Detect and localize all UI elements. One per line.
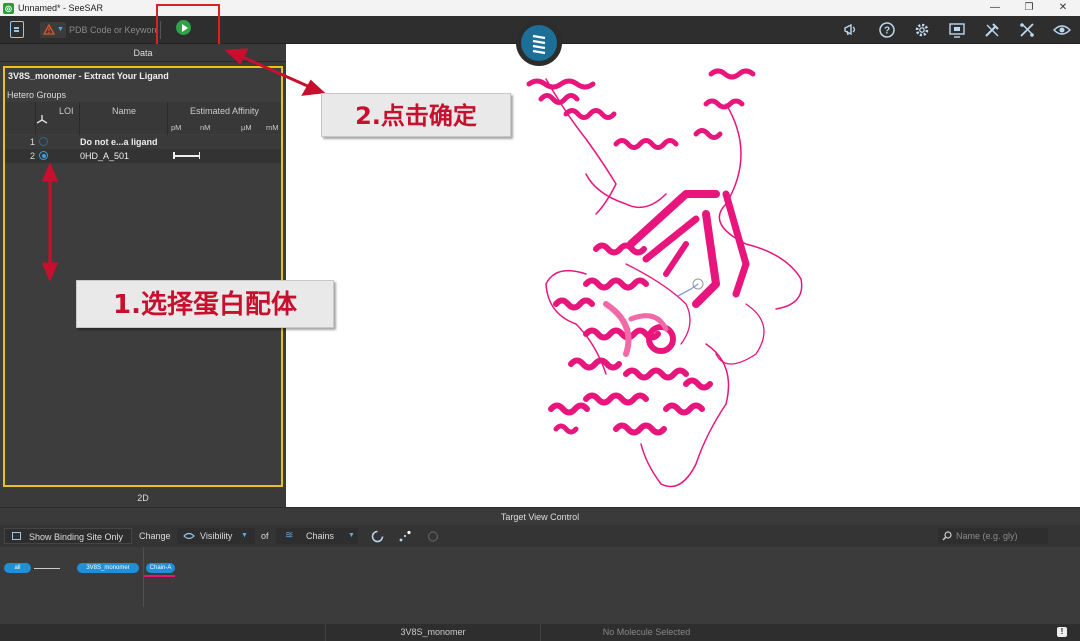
step2-callout: 2.点击确定 bbox=[321, 93, 511, 137]
chain-tree: all 3V8S_monomer Chain-A bbox=[0, 547, 1080, 624]
search-placeholder: Name (e.g. gly) bbox=[956, 531, 1018, 541]
search-icon bbox=[942, 531, 952, 541]
column-divider bbox=[143, 547, 144, 607]
of-label: of bbox=[261, 531, 269, 541]
visibility-dropdown[interactable]: Visibility ▼ bbox=[177, 528, 255, 544]
pill-chain-a[interactable]: Chain-A bbox=[146, 563, 175, 573]
disabled-view-icon bbox=[427, 531, 439, 542]
tree-connector bbox=[34, 568, 60, 569]
eye-icon bbox=[183, 532, 195, 540]
change-label: Change bbox=[139, 531, 171, 541]
visibility-label: Visibility bbox=[200, 531, 233, 541]
step1-callout: 1.选择蛋白配体 bbox=[76, 280, 334, 328]
chain-icon: ≋ bbox=[285, 530, 294, 541]
chain-color-indicator bbox=[144, 575, 175, 577]
show-binding-site-label: Show Binding Site Only bbox=[29, 532, 124, 542]
checkbox-icon bbox=[12, 532, 21, 540]
status-structure: 3V8S_monomer bbox=[325, 624, 540, 641]
target-view-toolbar: Show Binding Site Only Change Visibility… bbox=[0, 525, 1080, 547]
scatter-points-icon[interactable] bbox=[398, 530, 411, 543]
status-bar: 3V8S_monomer No Molecule Selected ! bbox=[0, 624, 1080, 641]
notification-icon[interactable]: ! bbox=[1057, 627, 1067, 637]
residue-name-search[interactable]: Name (e.g. gly) bbox=[938, 528, 1048, 544]
chains-dropdown[interactable]: ≋ Chains ▼ bbox=[276, 528, 358, 544]
reset-view-icon[interactable] bbox=[371, 530, 384, 543]
target-view-control-header: Target View Control bbox=[0, 507, 1080, 525]
seesar-logo bbox=[516, 20, 562, 66]
show-binding-site-toggle[interactable]: Show Binding Site Only bbox=[4, 528, 132, 544]
seesar-logo-icon bbox=[532, 34, 546, 55]
chevron-down-icon: ▼ bbox=[241, 532, 248, 539]
pill-3v8s-monomer[interactable]: 3V8S_monomer bbox=[77, 563, 139, 573]
chevron-down-icon: ▼ bbox=[348, 532, 355, 539]
pill-all[interactable]: all bbox=[4, 563, 31, 573]
chains-label: Chains bbox=[306, 531, 335, 541]
status-molecule: No Molecule Selected bbox=[540, 624, 752, 641]
